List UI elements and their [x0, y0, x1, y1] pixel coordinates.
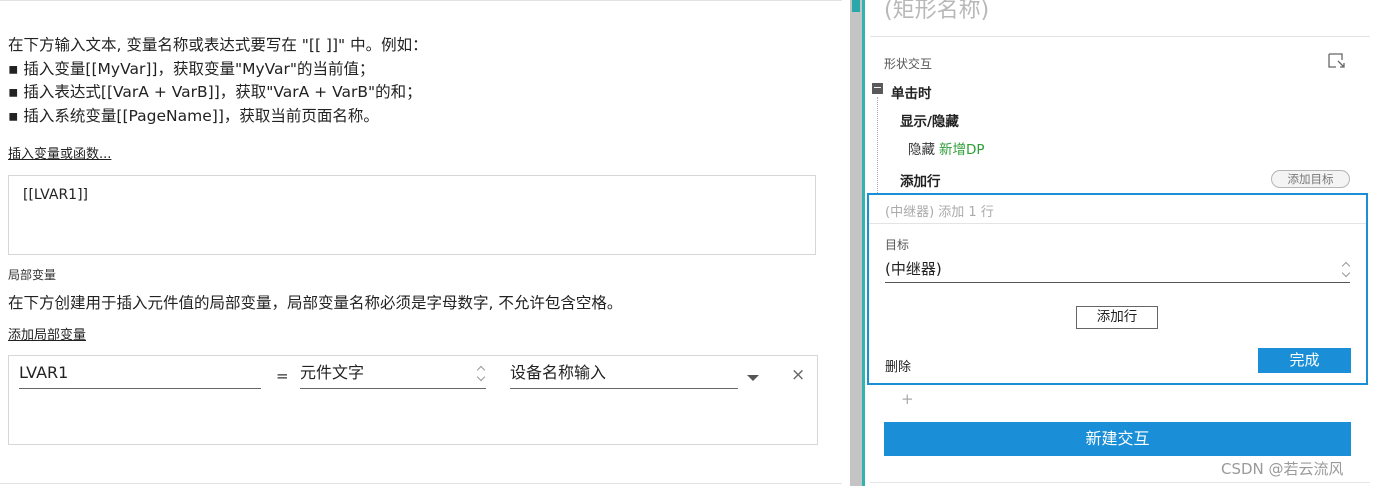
equals-sign: = — [276, 367, 289, 385]
action-detail[interactable]: 隐藏 新增DP — [908, 138, 985, 158]
local-vars-heading: 局部变量 — [8, 268, 57, 282]
expand-icon[interactable] — [1328, 53, 1346, 69]
event-onclick[interactable]: 单击时 — [891, 82, 932, 102]
local-vars-description: 在下方创建用于插入元件值的局部变量，局部变量名称必须是字母数字, 不允许包含空格… — [8, 294, 623, 312]
add-local-var-link[interactable]: 添加局部变量 — [8, 324, 86, 343]
target-label: 目标 — [885, 238, 910, 252]
divider — [870, 36, 1370, 37]
collapse-toggle-icon[interactable]: − — [872, 82, 883, 94]
var-target-select[interactable]: 设备名称输入 — [510, 361, 738, 389]
insert-variable-link[interactable]: 插入变量或函数... — [8, 143, 111, 162]
hide-target: 新增DP — [939, 142, 985, 158]
editor-summary: (中继器) 添加 1 行 — [885, 205, 994, 220]
instructions: 在下方输入文本, 变量名称或表达式要写在 "[[ ]]" 中。例如： ▪ 插入变… — [8, 34, 428, 128]
section-title: 形状交互 — [884, 57, 933, 71]
divider — [0, 0, 842, 1]
instruction-line: ▪ 插入变量[[MyVar]]，获取变量"MyVar"的当前值； — [8, 59, 375, 78]
text-value-area[interactable]: [[LVAR1]] — [8, 175, 816, 255]
done-button[interactable]: 完成 — [1258, 348, 1351, 373]
tree-guide — [877, 97, 878, 193]
splitter-handle[interactable] — [852, 0, 860, 12]
action-show-hide[interactable]: 显示/隐藏 — [900, 110, 959, 130]
divider — [869, 223, 1366, 224]
action-add-row[interactable]: 添加行 — [900, 170, 941, 190]
stepper-icon[interactable] — [476, 365, 486, 383]
text-editor-dialog: 在下方输入文本, 变量名称或表达式要写在 "[[ ]]" 中。例如： ▪ 插入变… — [0, 0, 850, 486]
divider — [870, 482, 1370, 483]
close-icon[interactable]: × — [791, 365, 805, 385]
var-name-input[interactable]: LVAR1 — [19, 361, 261, 389]
instruction-line: 在下方输入文本, 变量名称或表达式要写在 "[[ ]]" 中。例如： — [8, 36, 428, 54]
delete-link[interactable]: 删除 — [885, 356, 911, 375]
divider — [0, 483, 842, 484]
var-type-select[interactable]: 元件文字 — [300, 361, 486, 389]
add-target-button[interactable]: 添加目标 — [1271, 170, 1350, 188]
instruction-line: ▪ 插入表达式[[VarA + VarB]]，获取"VarA + VarB"的和… — [8, 83, 422, 101]
instruction-line: ▪ 插入系统变量[[PageName]]，获取当前页面名称。 — [8, 106, 379, 125]
action-editor: (中继器) 添加 1 行 目标 (中继器) 添加行 删除 完成 — [867, 193, 1368, 385]
target-value: (中继器) — [885, 260, 942, 278]
target-select[interactable]: (中继器) — [885, 257, 1350, 283]
var-type-value: 元件文字 — [300, 363, 365, 382]
new-interaction-button[interactable]: 新建交互 — [884, 422, 1351, 456]
stepper-icon[interactable] — [1341, 261, 1351, 279]
add-action-icon[interactable]: + — [901, 390, 914, 408]
var-target-value: 设备名称输入 — [510, 363, 607, 382]
watermark: CSDN @若云流风 — [1221, 460, 1344, 478]
hide-verb: 隐藏 — [908, 142, 935, 158]
chevron-down-icon[interactable] — [747, 375, 759, 381]
shape-name-field[interactable]: (矩形名称) — [884, 0, 989, 24]
panel-splitter[interactable] — [850, 0, 862, 486]
local-vars-list: LVAR1 = 元件文字 设备名称输入 × — [8, 355, 818, 445]
add-row-button[interactable]: 添加行 — [1076, 306, 1158, 329]
